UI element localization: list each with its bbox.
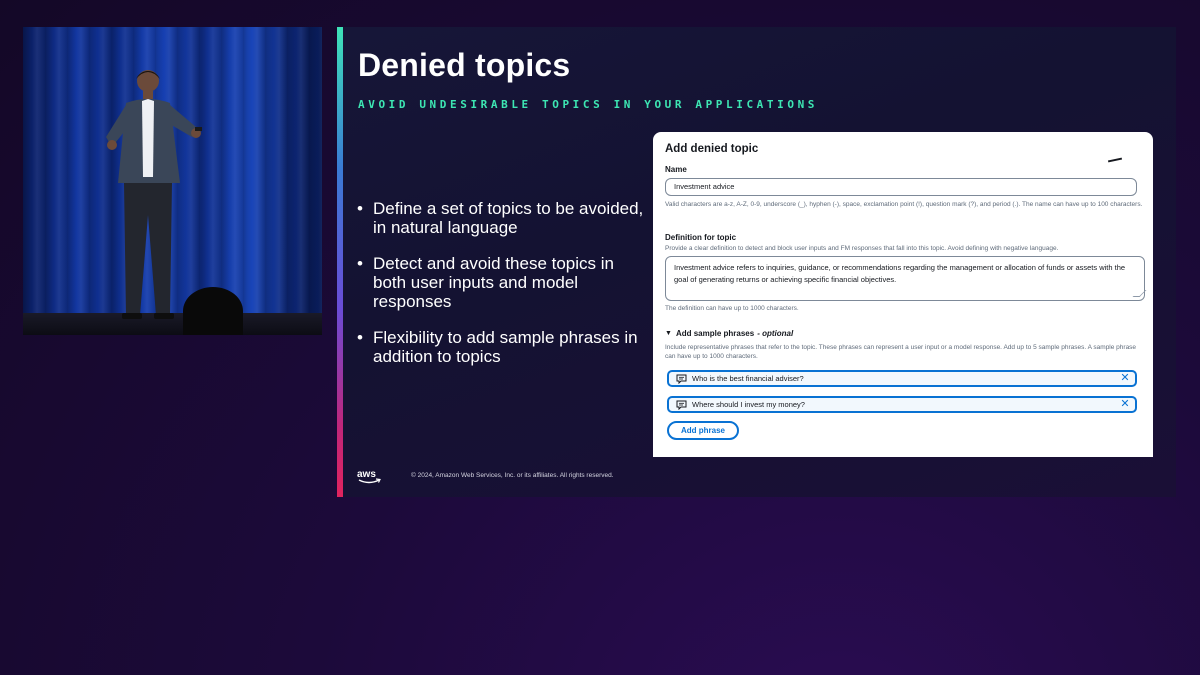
chat-bubble-icon (676, 400, 687, 410)
definition-text: Investment advice refers to inquiries, g… (674, 263, 1126, 284)
sample-phrase-token: Where should I invest my money? ✕ (667, 396, 1137, 413)
copyright-notice: © 2024, Amazon Web Services, Inc. or its… (411, 472, 614, 479)
add-denied-topic-panel: Add denied topic Name Investment advice … (653, 132, 1153, 457)
definition-hint: The definition can have up to 1000 chara… (665, 305, 799, 312)
annotation-mark (1107, 157, 1123, 163)
add-phrase-button[interactable]: Add phrase (667, 421, 740, 440)
slide-subtitle: AVOID UNDESIRABLE TOPICS IN YOUR APPLICA… (358, 98, 819, 111)
sample-phrase-text: Where should I invest my money? (692, 400, 805, 409)
slide-accent-bar (337, 27, 343, 497)
audience-silhouette (183, 287, 243, 335)
caret-down-icon: ▼ (665, 330, 672, 337)
definition-label: Definition for topic (665, 233, 737, 242)
topic-name-input[interactable]: Investment advice (665, 178, 1137, 196)
sample-phrase-text: Who is the best financial adviser? (692, 374, 804, 383)
resize-handle-icon[interactable] (1132, 290, 1147, 297)
sample-phrases-label: Add sample phrases (675, 329, 755, 338)
bullet-item: • Define a set of topics to be avoided, i… (357, 199, 647, 237)
close-icon[interactable]: ✕ (1117, 397, 1133, 413)
definition-description: Provide a clear definition to detect and… (665, 245, 1059, 252)
speaker-video (23, 27, 322, 335)
sample-phrases-expander[interactable]: ▼ Add sample phrases - optional (665, 329, 793, 338)
slide-title: Denied topics (358, 47, 571, 83)
close-icon[interactable]: ✕ (1117, 371, 1133, 387)
bullet-text: Detect and avoid these topics in both us… (373, 254, 614, 311)
bullet-dot-icon: • (357, 328, 363, 347)
sample-phrase-token: Who is the best financial adviser? ✕ (667, 370, 1137, 387)
name-label: Name (665, 165, 687, 174)
bullet-text: Flexibility to add sample phrases in add… (373, 328, 638, 366)
chat-bubble-icon (676, 374, 687, 384)
bullet-text: Define a set of topics to be avoided, in… (373, 199, 644, 237)
bullet-dot-icon: • (357, 199, 363, 218)
panel-title: Add denied topic (665, 143, 759, 155)
optional-label: - optional (757, 329, 794, 338)
phrases-description: Include representative phrases that refe… (665, 344, 1137, 360)
bullet-item: • Detect and avoid these topics in both u… (357, 254, 647, 311)
presenter-figure (106, 70, 202, 319)
topic-definition-textarea[interactable]: Investment advice refers to inquiries, g… (665, 256, 1147, 301)
presentation-slide: Denied topics AVOID UNDESIRABLE TOPICS I… (337, 27, 1176, 497)
bullet-item: • Flexibility to add sample phrases in ad… (357, 328, 647, 366)
bullet-list: • Define a set of topics to be avoided, i… (357, 199, 647, 383)
aws-logo-text: aws (357, 469, 376, 480)
bullet-dot-icon: • (357, 254, 363, 273)
name-hint: Valid characters are a-z, A-Z, 0-9, unde… (665, 201, 1143, 208)
aws-logo-icon: aws (357, 469, 381, 484)
